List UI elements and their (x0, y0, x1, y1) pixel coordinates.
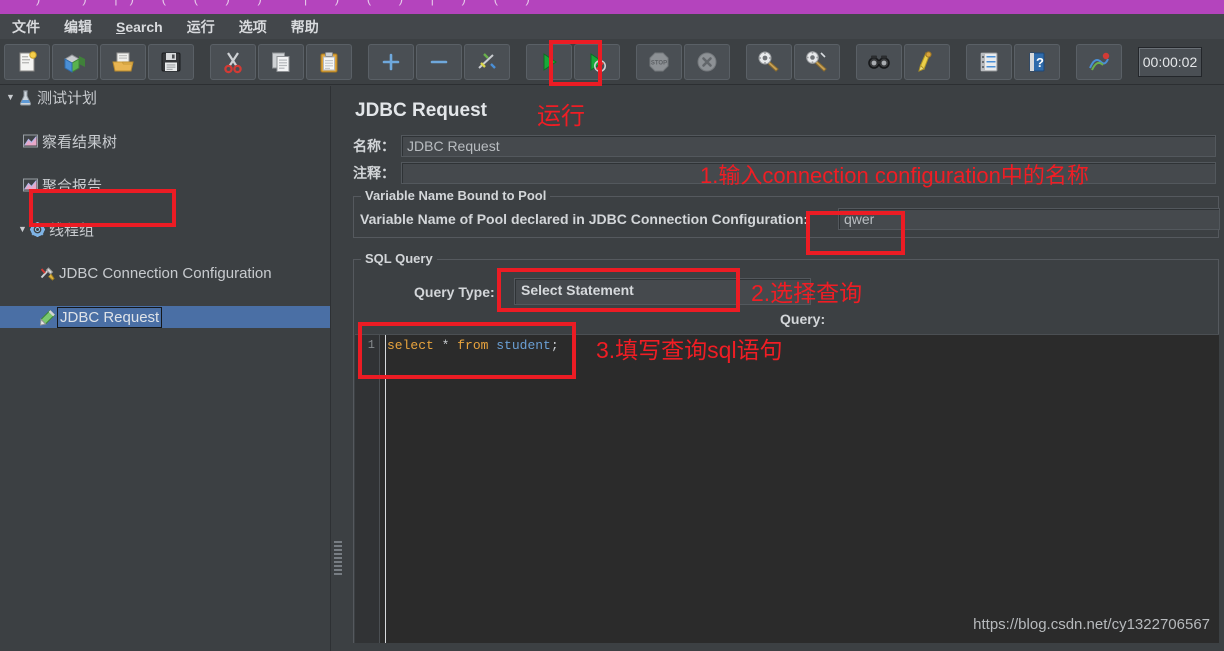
svg-text:?: ? (1036, 55, 1044, 70)
shutdown-icon[interactable] (684, 43, 730, 80)
tree-label: JDBC Connection Configuration (59, 264, 272, 282)
menu-bar: 文件 编辑 Search 运行 选项 帮助 (0, 14, 1224, 40)
query-type-label: Query Type: (414, 284, 495, 300)
templates-icon[interactable] (52, 43, 98, 80)
jmeter-window: · ) ') |) ( ( ) ) '| ) ( ) | ) ( ) 文件 编辑… (0, 0, 1224, 651)
page-title: JDBC Request (355, 100, 487, 121)
annotation-box-sql-editor (358, 322, 576, 379)
menu-help[interactable]: 帮助 (280, 15, 330, 39)
cut-icon[interactable] (210, 43, 256, 80)
annotation-box-pool-name (806, 211, 905, 255)
paste-icon[interactable] (306, 43, 352, 80)
svg-text:STOP: STOP (651, 60, 667, 66)
panel-splitter[interactable] (330, 86, 346, 651)
toolbar: STOP ? 00:00:02 (0, 39, 1224, 85)
view-results-tree-icon (22, 133, 39, 150)
tree-node-view-results-tree[interactable]: 察看结果树 (0, 130, 330, 152)
tree-label: 测试计划 (37, 89, 98, 107)
pool-group: Variable Name Bound to Pool Variable Nam… (353, 188, 1220, 238)
stop-icon[interactable]: STOP (636, 43, 682, 80)
menu-run[interactable]: 运行 (176, 15, 226, 39)
open-icon[interactable] (100, 43, 146, 80)
annotation-box-query-type (497, 268, 740, 312)
test-plan-icon (17, 89, 34, 106)
jdbc-request-icon (39, 309, 56, 326)
new-icon[interactable] (4, 43, 50, 80)
menu-options[interactable]: 选项 (228, 15, 278, 39)
comment-label: 注释： (353, 165, 395, 181)
annotation-run: 运行 (537, 103, 585, 130)
expand-icon[interactable] (368, 43, 414, 80)
window-title-text: · ) ') |) ( ( ) ) '| ) ( ) | ) ( ) (4, 0, 542, 6)
menu-edit[interactable]: 编辑 (53, 15, 103, 39)
tree-node-jdbc-request[interactable]: JDBC Request (0, 306, 330, 328)
splitter-grip[interactable] (334, 541, 342, 577)
editor-caret (385, 335, 386, 643)
annotation-box-tree-selection (29, 189, 176, 227)
toggle-icon[interactable] (464, 43, 510, 80)
sql-editor[interactable]: 1 select * from student; (355, 334, 1219, 643)
chevron-down-icon[interactable]: ▼ (16, 224, 29, 234)
annotation-step-3: 3.填写查询sql语句 (596, 337, 783, 363)
copy-icon[interactable] (258, 43, 304, 80)
function-helper-icon[interactable] (966, 43, 1012, 80)
pool-field-label: Variable Name of Pool declared in JDBC C… (360, 211, 809, 227)
search-reset-icon[interactable] (904, 43, 950, 80)
annotation-box-run-button (549, 40, 602, 86)
menu-file[interactable]: 文件 (1, 15, 51, 39)
name-input[interactable]: JDBC Request (401, 135, 1216, 157)
chevron-down-icon[interactable]: ▼ (4, 92, 17, 102)
name-label: 名称： (353, 138, 395, 154)
test-plan-tree[interactable]: ▼ 测试计划 察看结果树 聚合报告 ▼ 线程组 JDBC Connection … (0, 86, 330, 651)
clear-icon[interactable] (746, 43, 792, 80)
search-icon[interactable] (856, 43, 902, 80)
tree-label: 察看结果树 (42, 133, 118, 151)
pool-group-title: Variable Name Bound to Pool (361, 188, 551, 203)
jdbc-connection-config-icon (39, 265, 56, 282)
window-title-bar: · ) ') |) ( ( ) ) '| ) ( ) | ) ( ) (0, 0, 1224, 14)
collapse-icon[interactable] (416, 43, 462, 80)
threads-icon[interactable] (1076, 43, 1122, 80)
watermark: https://blog.csdn.net/cy1322706567 (973, 616, 1210, 633)
annotation-step-2: 2.选择查询 (751, 280, 863, 306)
editor-gutter: 1 (355, 335, 380, 643)
tree-node-jdbc-connection-configuration[interactable]: JDBC Connection Configuration (0, 262, 330, 284)
tree-label: JDBC Request (56, 306, 163, 328)
save-icon[interactable] (148, 43, 194, 80)
help-icon[interactable]: ? (1014, 43, 1060, 80)
elapsed-timer: 00:00:02 (1138, 46, 1202, 77)
query-label: Query: (780, 311, 826, 327)
tree-node-test-plan[interactable]: ▼ 测试计划 (0, 86, 330, 108)
name-row: 名称： JDBC Request (353, 135, 1216, 157)
sql-query-group: SQL Query Query Type: Select Statement Q… (353, 251, 1219, 643)
clear-all-icon[interactable] (794, 43, 840, 80)
sql-group-title: SQL Query (361, 251, 437, 266)
annotation-step-1: 1.输入connection configuration中的名称 (700, 163, 1089, 188)
menu-search[interactable]: Search (105, 17, 174, 37)
